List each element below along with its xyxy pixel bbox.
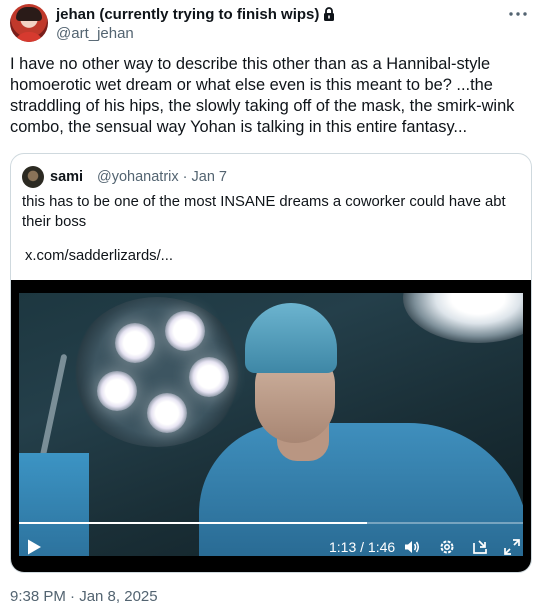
- author-display-name[interactable]: jehan (currently trying to finish wips): [56, 6, 335, 26]
- video-progress-fill: [19, 522, 367, 524]
- more-horizontal-icon[interactable]: [506, 6, 530, 24]
- author-handle[interactable]: @art_jehan: [56, 25, 134, 43]
- video-time: 1:13 / 1:46: [329, 539, 396, 555]
- quote-text: this has to be one of the most INSANE dr…: [22, 194, 506, 230]
- author-avatar[interactable]: [10, 4, 48, 42]
- quote-link[interactable]: x.com/sadderlizards/...: [25, 246, 173, 266]
- video-progress-bar[interactable]: [19, 522, 523, 524]
- surgical-gown: [199, 423, 523, 556]
- quote-handle-date[interactable]: @yohanatrix · Jan 7: [97, 168, 227, 186]
- tweet-text: I have no other way to describe this oth…: [10, 55, 515, 136]
- lock-icon: [323, 7, 335, 26]
- fullscreen-icon[interactable]: [503, 538, 521, 556]
- author-name-text: jehan (currently trying to finish wips): [56, 6, 320, 23]
- play-icon[interactable]: [25, 538, 43, 556]
- lamp-bulb: [115, 323, 155, 363]
- tweet-header: jehan (currently trying to finish wips) …: [10, 4, 530, 44]
- volume-icon[interactable]: [403, 538, 421, 556]
- video-player[interactable]: 1:13 / 1:46: [11, 280, 531, 572]
- video-frame[interactable]: [19, 293, 523, 556]
- settings-icon[interactable]: [438, 538, 456, 556]
- lamp-bulb: [147, 393, 187, 433]
- quoted-tweet[interactable]: sami @yohanatrix · Jan 7 this has to be …: [10, 153, 532, 573]
- avatar-hair: [16, 7, 42, 21]
- tweet-timestamp[interactable]: 9:38 PM · Jan 8, 2025: [10, 588, 158, 606]
- avatar-shirt: [14, 32, 44, 42]
- surgeon-figure: [199, 303, 523, 556]
- dock-icon[interactable]: [471, 538, 489, 556]
- lamp-bulb: [97, 371, 137, 411]
- surgical-cap: [245, 303, 337, 373]
- quote-display-name[interactable]: sami: [50, 168, 83, 186]
- quote-avatar[interactable]: [22, 166, 44, 188]
